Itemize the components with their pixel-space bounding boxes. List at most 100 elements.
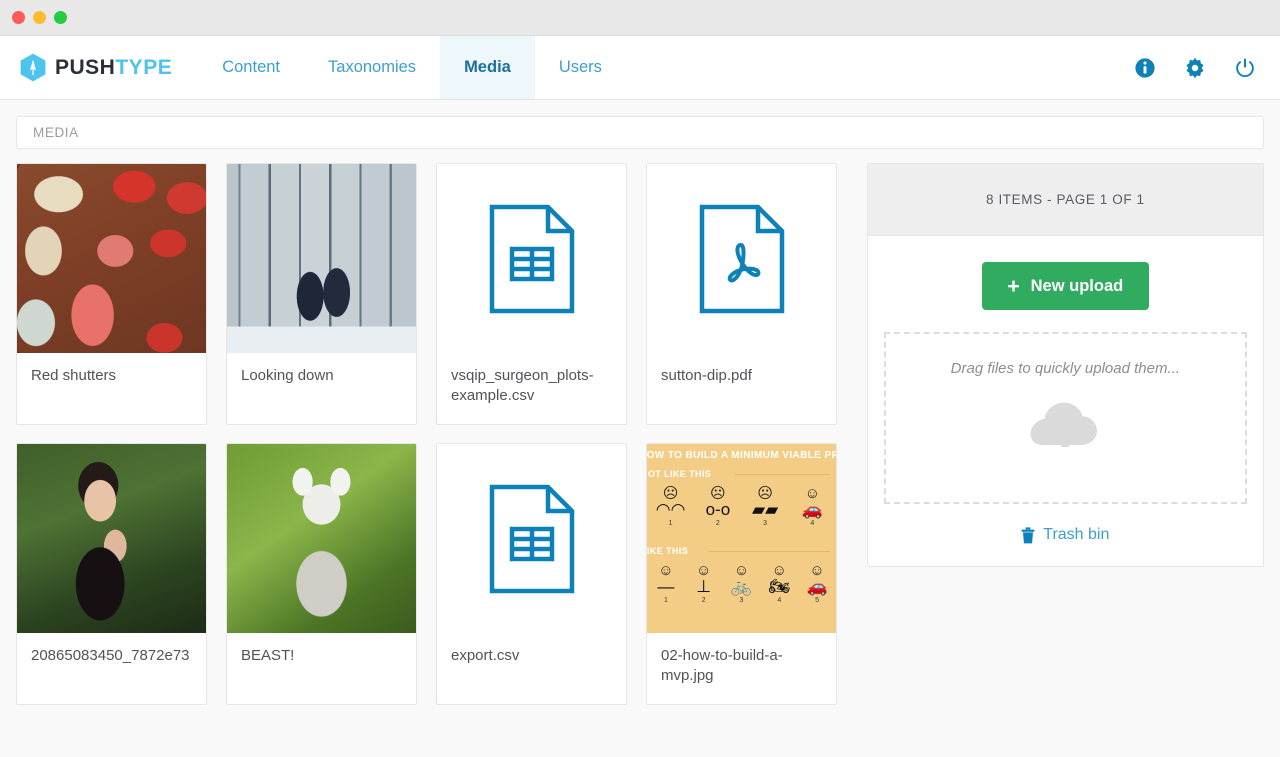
media-caption: 02-how-to-build-a-mvp.jpg	[661, 647, 783, 685]
info-icon[interactable]	[1134, 57, 1156, 79]
cloud-upload-icon	[1029, 377, 1101, 449]
breadcrumb-item-media[interactable]: MEDIA	[33, 125, 79, 140]
mvp-num: 1	[668, 519, 673, 527]
window-titlebar	[0, 0, 1280, 36]
nav-item-users[interactable]: Users	[535, 36, 626, 99]
media-card[interactable]: sutton-dip.pdf	[646, 163, 837, 425]
trash-bin-link[interactable]: Trash bin	[884, 526, 1247, 544]
mvp-row-top: ☹ ◠◠ 1 ☹ o-o 2 ☹ ▰▰ 3 ☺ 🚗 4	[647, 486, 836, 527]
mvp-glyph: ⊥	[696, 577, 712, 596]
mvp-num: 3	[739, 596, 744, 604]
media-thumbnail	[647, 164, 836, 353]
media-card[interactable]: BEAST!	[226, 443, 417, 705]
mvp-num: 2	[701, 596, 706, 604]
media-thumbnail	[17, 164, 206, 353]
mvp-glyph: —	[657, 577, 675, 596]
brand-wordmark: PUSHTYPE	[55, 57, 172, 78]
media-caption: BEAST!	[241, 647, 295, 664]
media-caption: Red shutters	[31, 367, 117, 384]
mvp-glyph: 🚲	[730, 577, 753, 596]
media-grid: Red shutters Looking down vsqip_surgeon_…	[16, 163, 851, 705]
nav-item-taxonomies[interactable]: Taxonomies	[304, 36, 440, 99]
mvp-glyph: ◠◠	[655, 500, 686, 519]
media-card[interactable]: HOW TO BUILD A MINIMUM VIABLE PRODUCT NO…	[646, 443, 837, 705]
mvp-num: 5	[815, 596, 820, 604]
mvp-rule-bottom	[709, 551, 830, 552]
mvp-face: ☺	[733, 562, 750, 579]
trash-bin-label: Trash bin	[1043, 526, 1110, 543]
csv-file-icon	[488, 483, 576, 595]
mvp-cell: ☺ ⊥ 2	[685, 563, 723, 604]
mvp-glyph: 🚗	[801, 500, 823, 519]
mvp-face: ☺	[809, 562, 825, 579]
mvp-glyph: 🚗	[806, 577, 828, 596]
mvp-num: 3	[763, 519, 768, 527]
window-minimize-button[interactable]	[33, 11, 46, 24]
power-icon[interactable]	[1234, 57, 1256, 79]
mvp-cell: ☹ ▰▰ 3	[742, 486, 789, 527]
brand-name-light: TYPE	[115, 56, 173, 79]
media-card[interactable]: export.csv	[436, 443, 627, 705]
mvp-cell: ☹ o-o 2	[694, 486, 741, 527]
photo-mvp-image: HOW TO BUILD A MINIMUM VIABLE PRODUCT NO…	[647, 444, 836, 633]
upload-dropzone[interactable]: Drag files to quickly upload them...	[883, 332, 1247, 504]
window-maximize-button[interactable]	[54, 11, 67, 24]
nav-icon-group	[1134, 36, 1280, 99]
brand-logo[interactable]: PUSHTYPE	[0, 36, 198, 99]
mvp-num: 1	[663, 596, 668, 604]
photo-portrait-image	[17, 444, 206, 633]
mvp-face: ☺	[804, 485, 821, 502]
mvp-num: 4	[810, 519, 815, 527]
media-caption: export.csv	[451, 647, 520, 664]
trash-icon	[1021, 526, 1035, 544]
brand-name-bold: PUSH	[55, 56, 116, 79]
mvp-face: ☹	[757, 485, 773, 502]
media-thumbnail	[437, 164, 626, 353]
media-card[interactable]: 20865083450_7872e73	[16, 443, 207, 705]
mvp-title: HOW TO BUILD A MINIMUM VIABLE PRODUCT	[647, 450, 836, 461]
mvp-face: ☹	[662, 485, 679, 502]
side-panel-body: + New upload Drag files to quickly uploa…	[868, 236, 1263, 566]
photo-lemur-image	[227, 444, 416, 633]
mvp-cell: ☺ 🚗 5	[798, 563, 836, 604]
top-navigation-bar: PUSHTYPE Content Taxonomies Media Users	[0, 36, 1280, 100]
mvp-face: ☹	[710, 485, 726, 502]
media-caption: 20865083450_7872e73	[31, 647, 190, 664]
breadcrumb: MEDIA	[16, 116, 1264, 149]
photo-lookingdown-image	[227, 164, 416, 353]
mvp-cell: ☹ ◠◠ 1	[647, 486, 694, 527]
mvp-cell: ☺ — 1	[647, 563, 685, 604]
media-card[interactable]: Red shutters	[16, 163, 207, 425]
media-card[interactable]: vsqip_surgeon_plots-example.csv	[436, 163, 627, 425]
media-caption: sutton-dip.pdf	[661, 367, 752, 384]
content-columns: Red shutters Looking down vsqip_surgeon_…	[16, 163, 1264, 705]
media-thumbnail	[437, 444, 626, 633]
page-content: MEDIA Red shutters Looking down vsqip_su…	[0, 100, 1280, 757]
media-thumbnail	[227, 444, 416, 633]
dropzone-text: Drag files to quickly upload them...	[950, 360, 1180, 377]
csv-file-icon	[488, 203, 576, 315]
window-close-button[interactable]	[12, 11, 25, 24]
mvp-rule-top	[735, 474, 830, 475]
media-thumbnail: HOW TO BUILD A MINIMUM VIABLE PRODUCT NO…	[647, 444, 836, 633]
mvp-glyph: 🏍	[768, 577, 791, 596]
media-thumbnail	[17, 444, 206, 633]
nav-item-content[interactable]: Content	[198, 36, 304, 99]
mvp-subtitle-top: NOT LIKE THIS	[647, 469, 712, 479]
nav-item-media[interactable]: Media	[440, 36, 535, 99]
mvp-subtitle-bottom: LIKE THIS	[647, 546, 689, 556]
nav-links: Content Taxonomies Media Users	[198, 36, 626, 99]
new-upload-button[interactable]: + New upload	[981, 262, 1149, 310]
mvp-glyph: ▰▰	[752, 500, 779, 519]
gear-icon[interactable]	[1184, 57, 1206, 79]
media-caption: vsqip_surgeon_plots-example.csv	[451, 367, 594, 405]
mvp-row-bottom: ☺ — 1 ☺ ⊥ 2 ☺ 🚲 3 ☺ 🏍 4 ☺ 🚗 5	[647, 563, 836, 604]
mvp-num: 2	[715, 519, 720, 527]
pushtype-hexagon-logo-icon	[20, 53, 46, 82]
pdf-file-icon	[698, 203, 786, 315]
mvp-cell: ☺ 🏍 4	[760, 563, 798, 604]
item-count-label: 8 ITEMS - PAGE 1 OF 1	[867, 164, 1263, 236]
media-card[interactable]: Looking down	[226, 163, 417, 425]
mvp-cell: ☺ 🚗 4	[789, 486, 836, 527]
